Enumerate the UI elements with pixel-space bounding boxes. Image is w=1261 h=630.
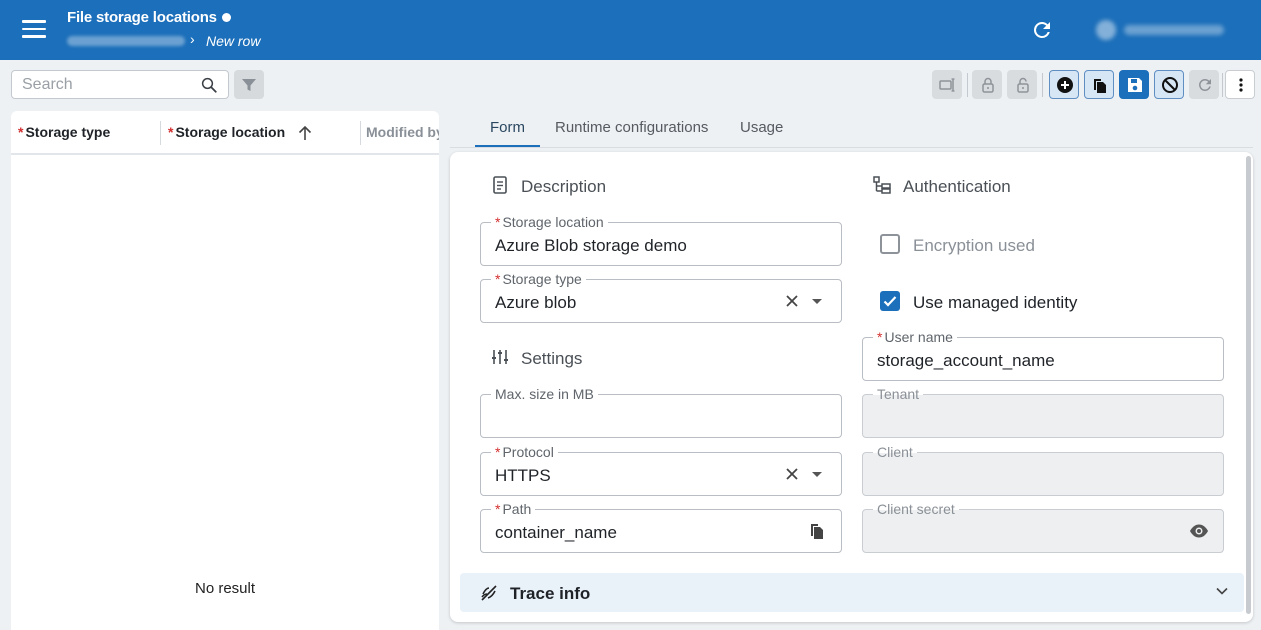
grid-panel: * Storage type * Storage location Modified… (11, 111, 439, 630)
grid-header: * Storage type * Storage location Modified… (11, 111, 439, 155)
storage-type-label: Storage type (502, 271, 582, 287)
page-title: File storage locations (67, 9, 217, 26)
user-name-label: User name (884, 329, 953, 345)
lock-button[interactable] (972, 70, 1002, 99)
app-bar: File storage locations › New row (0, 0, 1261, 60)
user-name-value: storage_account_name (877, 351, 1055, 370)
save-button[interactable] (1119, 70, 1149, 99)
settings-sliders-icon (492, 350, 508, 364)
protocol-value: HTTPS (495, 466, 551, 485)
client-secret-label: Client secret (873, 500, 959, 518)
path-field[interactable]: * Path container_name (480, 500, 842, 553)
max-size-field[interactable]: Max. size in MB (480, 385, 842, 438)
storage-type-value: Azure blob (495, 293, 577, 312)
empty-state-text: No result (194, 580, 256, 597)
path-value: container_name (495, 523, 617, 542)
copy-icon[interactable] (808, 522, 826, 540)
filter-button[interactable] (234, 70, 264, 99)
chevron-down-icon[interactable] (812, 472, 822, 477)
tenant-label: Tenant (873, 385, 924, 403)
unsaved-indicator (222, 13, 231, 22)
more-button[interactable] (1225, 70, 1255, 99)
client-field[interactable]: Client (862, 443, 1224, 496)
client-label: Client (873, 443, 917, 461)
document-icon (493, 176, 507, 194)
avatar (1096, 20, 1116, 40)
breadcrumb-chevron-icon: › (190, 31, 195, 47)
trace-info-title: Trace info (510, 584, 591, 603)
search-box (11, 70, 229, 99)
column-header-storage-location[interactable]: * Storage location (168, 124, 285, 140)
use-managed-identity-checkbox[interactable] (880, 291, 900, 311)
user-name-blurred (1124, 25, 1224, 35)
settings-section-title: Settings (521, 349, 583, 368)
client-secret-field[interactable]: Client secret (862, 500, 1224, 553)
clear-icon[interactable] (783, 292, 801, 310)
active-tab-indicator (475, 145, 540, 147)
path-label: Path (502, 501, 532, 517)
unlock-button[interactable] (1007, 70, 1037, 99)
add-button[interactable] (1049, 70, 1079, 99)
authentication-section-title: Authentication (903, 177, 1011, 196)
reload-icon (1199, 79, 1211, 91)
more-icon (1239, 78, 1243, 92)
refresh-icon[interactable] (1030, 18, 1054, 42)
menu-icon[interactable] (22, 20, 46, 40)
save-icon (1128, 78, 1142, 92)
rename-icon (939, 78, 955, 92)
tenant-field[interactable]: Tenant (862, 385, 1224, 438)
tab-form[interactable]: Form (490, 119, 525, 136)
lock-icon (982, 77, 994, 93)
storage-location-value: Azure Blob storage demo (495, 236, 687, 255)
filter-icon (242, 79, 256, 91)
storage-type-select[interactable]: * Storage type Azure blob (480, 270, 842, 323)
add-icon (1057, 77, 1073, 93)
column-header-modified-by[interactable]: Modified by (366, 124, 439, 140)
max-size-label: Max. size in MB (491, 385, 598, 403)
description-section-title: Description (521, 177, 607, 196)
authentication-icon (873, 176, 891, 194)
use-managed-identity-label: Use managed identity (913, 293, 1078, 312)
sort-up-icon[interactable] (297, 123, 313, 143)
search-icon[interactable] (200, 76, 218, 94)
storage-location-label: Storage location (502, 214, 604, 230)
unlock-icon (1017, 77, 1029, 93)
user-menu-blurred[interactable] (1096, 18, 1236, 42)
search-input[interactable] (22, 75, 192, 95)
check-icon (883, 296, 897, 307)
chevron-down-icon[interactable] (812, 299, 822, 304)
cancel-icon (1162, 77, 1178, 93)
breadcrumb-current: New row (206, 33, 261, 49)
column-header-storage-type[interactable]: * Storage type (18, 124, 110, 140)
cancel-button[interactable] (1154, 70, 1184, 99)
rename-button[interactable] (932, 70, 962, 99)
clear-icon[interactable] (783, 465, 801, 483)
copy-button[interactable] (1084, 70, 1114, 99)
tab-runtime-configurations[interactable]: Runtime configurations (555, 119, 708, 136)
reload-button[interactable] (1189, 70, 1219, 99)
trace-info-panel[interactable]: Trace info (460, 573, 1244, 612)
breadcrumb-parent-blurred[interactable] (67, 36, 185, 46)
protocol-select[interactable]: * Protocol HTTPS (480, 443, 842, 496)
encryption-used-label: Encryption used (913, 236, 1035, 255)
tab-usage[interactable]: Usage (740, 119, 783, 136)
copy-icon (1094, 79, 1106, 93)
chevron-down-icon[interactable] (1216, 587, 1228, 595)
encryption-used-checkbox[interactable] (880, 234, 900, 254)
form-scrollbar[interactable] (1246, 156, 1251, 614)
user-name-field[interactable]: * User name storage_account_name (862, 328, 1224, 381)
eye-icon[interactable] (1189, 523, 1209, 539)
protocol-label: Protocol (502, 444, 554, 460)
storage-location-field[interactable]: * Storage location Azure Blob storage dem… (480, 213, 842, 266)
trace-icon (481, 585, 497, 601)
